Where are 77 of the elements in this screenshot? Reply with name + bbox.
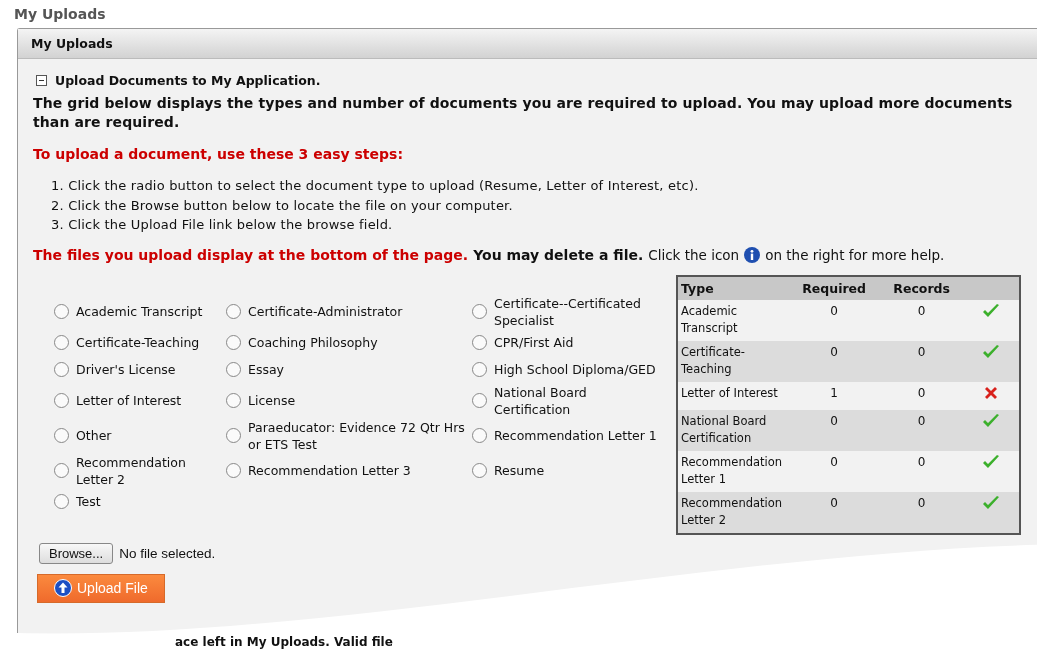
document-type-label[interactable]: Paraeducator: Evidence 72 Qtr Hrs or ETS Test xyxy=(248,418,468,453)
table-cell: 0 xyxy=(880,491,963,534)
table-cell: 0 xyxy=(880,409,963,451)
radio-button[interactable] xyxy=(226,362,241,377)
table-cell: Recommendation Letter 2 xyxy=(677,491,788,534)
help-text: Click the icon xyxy=(648,246,740,263)
table-cell: Letter of Interest xyxy=(677,381,788,410)
table-cell: Recommendation Letter 1 xyxy=(677,450,788,492)
page-title: My Uploads xyxy=(13,5,107,24)
footer-text: ace left in My Uploads. Valid file xyxy=(175,635,393,649)
table-cell: 0 xyxy=(788,409,881,451)
delete-note: You may delete a file. xyxy=(473,246,644,263)
section-title: Upload Documents to My Application. xyxy=(55,73,321,88)
document-type-label[interactable]: Certificate-Administrator xyxy=(248,303,403,320)
radio-button[interactable] xyxy=(472,393,487,408)
document-type-label[interactable]: Resume xyxy=(494,462,545,479)
table-cell: 0 xyxy=(788,340,881,382)
info-icon[interactable] xyxy=(744,246,761,263)
document-type-label[interactable]: Certificate--Certificated Specialist xyxy=(494,294,660,329)
radio-button[interactable] xyxy=(226,304,241,319)
radio-button[interactable] xyxy=(54,463,69,478)
radio-button[interactable] xyxy=(226,428,241,443)
step-text: 3. Click the Upload File link below the browse field. xyxy=(51,216,394,234)
step-text: 1. Click the radio button to select the document type to upload (Resume, Letter of Interest, etc). xyxy=(51,177,700,195)
file-status: No file selected. xyxy=(119,545,216,561)
intro-text: The grid below displays the types and number of documents you are required to upload. You may upload more documents than are required. xyxy=(33,94,1014,132)
browse-button[interactable]: Browse... xyxy=(39,542,114,564)
column-header: Type xyxy=(677,275,788,300)
table-cell: 1 xyxy=(788,381,881,410)
table-cell: Certificate-Teaching xyxy=(677,340,788,382)
radio-button[interactable] xyxy=(226,393,241,408)
step-text: 2. Click the Browse button below to locate the file on your computer. xyxy=(51,196,514,215)
table-cell: 0 xyxy=(788,299,881,341)
document-type-label[interactable]: Academic Transcript xyxy=(76,303,203,320)
document-type-label[interactable]: Recommendation Letter 3 xyxy=(248,462,411,479)
radio-button[interactable] xyxy=(472,362,487,377)
radio-button[interactable] xyxy=(472,304,487,319)
table-cell: 0 xyxy=(880,299,963,341)
document-type-label[interactable]: Other xyxy=(76,427,112,444)
collapse-icon[interactable] xyxy=(36,75,47,86)
table-cell: Academic Transcript xyxy=(677,299,788,341)
document-type-label[interactable]: Recommendation Letter 2 xyxy=(76,453,226,488)
warning-text: The files you upload display at the bottom of the page. xyxy=(33,246,469,263)
document-type-label[interactable]: Certificate-Teaching xyxy=(76,334,200,351)
radio-button[interactable] xyxy=(54,428,69,443)
panel-title: My Uploads xyxy=(31,36,113,51)
document-type-label[interactable]: Essay xyxy=(248,361,284,378)
radio-button[interactable] xyxy=(472,463,487,478)
column-header: Records xyxy=(880,275,963,300)
document-type-label[interactable]: National Board Certification xyxy=(494,383,660,418)
radio-button[interactable] xyxy=(54,335,69,350)
upload-icon xyxy=(54,579,72,597)
radio-button[interactable] xyxy=(472,335,487,350)
table-cell: 0 xyxy=(788,491,881,534)
help-text: on the right for more help. xyxy=(765,246,945,263)
document-type-label[interactable]: Driver's License xyxy=(76,361,176,378)
table-cell: 0 xyxy=(788,450,881,492)
document-type-label[interactable]: Recommendation Letter 1 xyxy=(494,427,657,444)
table-cell: National Board Certification xyxy=(677,409,788,451)
document-type-label[interactable]: Letter of Interest xyxy=(76,392,182,409)
radio-button[interactable] xyxy=(472,428,487,443)
document-type-label[interactable]: Coaching Philosophy xyxy=(248,334,378,351)
radio-button[interactable] xyxy=(54,494,69,509)
table-cell: 0 xyxy=(880,381,963,410)
column-header: Required xyxy=(788,275,881,300)
document-type-label[interactable]: CPR/First Aid xyxy=(494,334,574,351)
table-cell: 0 xyxy=(880,450,963,492)
document-type-label[interactable]: Test xyxy=(76,493,101,510)
table-cell: 0 xyxy=(880,340,963,382)
radio-button[interactable] xyxy=(54,393,69,408)
steps-heading: To upload a document, use these 3 easy steps: xyxy=(33,146,404,162)
document-type-label[interactable]: License xyxy=(248,392,296,409)
radio-button[interactable] xyxy=(54,304,69,319)
radio-button[interactable] xyxy=(54,362,69,377)
radio-button[interactable] xyxy=(226,335,241,350)
radio-button[interactable] xyxy=(226,463,241,478)
document-type-label[interactable]: High School Diploma/GED xyxy=(494,361,656,378)
